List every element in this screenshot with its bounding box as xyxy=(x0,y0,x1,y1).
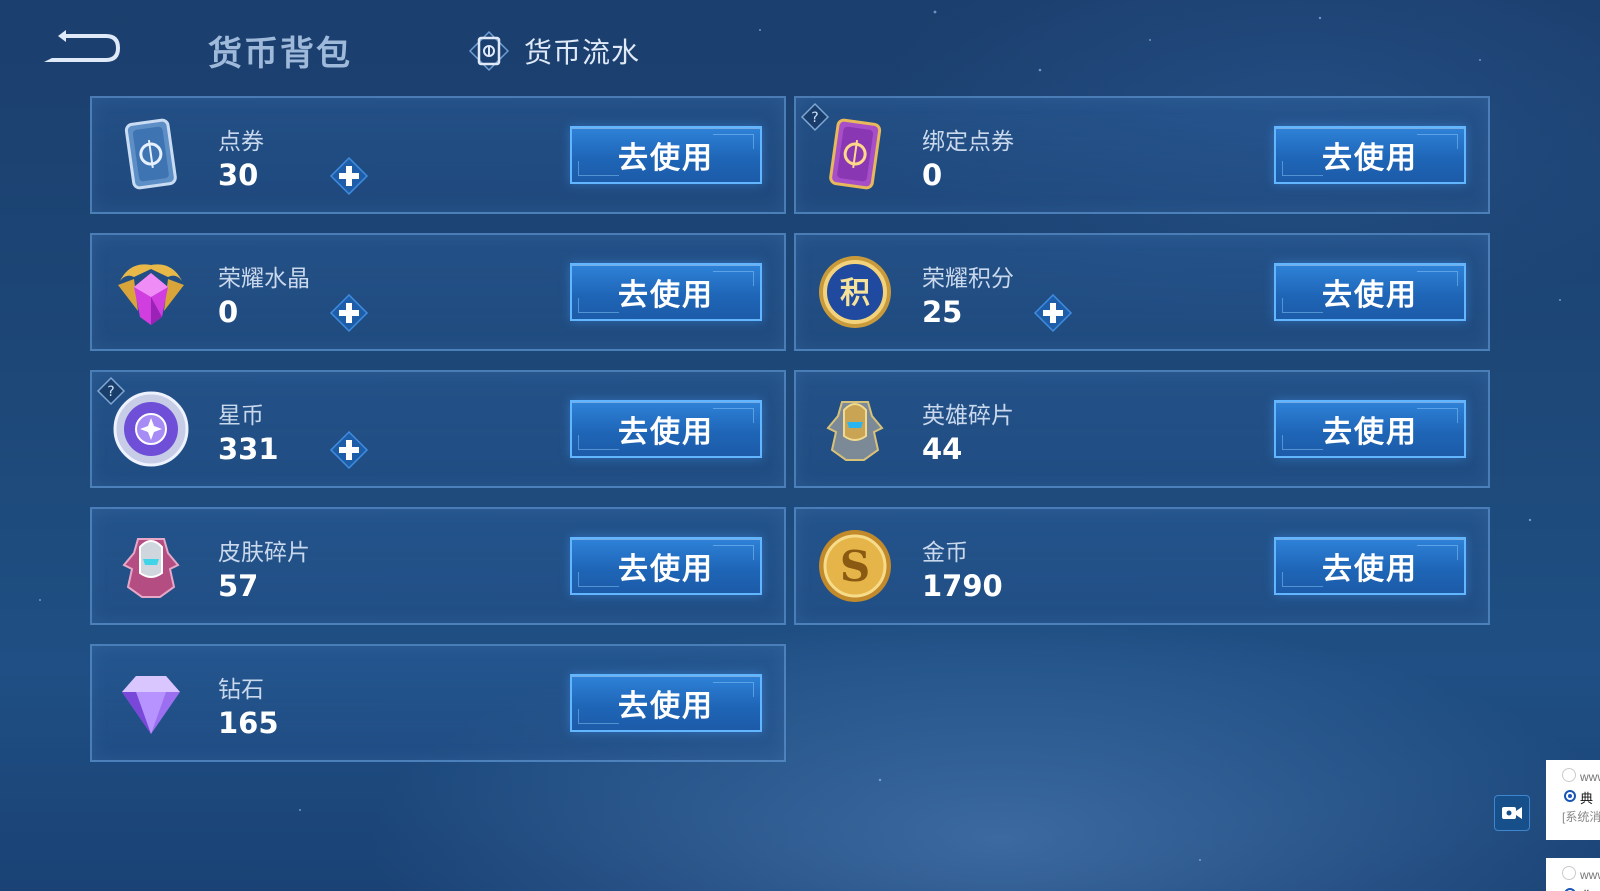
add-currency-button[interactable] xyxy=(329,430,369,470)
plus-icon xyxy=(329,156,369,196)
use-button[interactable]: 去使用 xyxy=(1274,400,1466,458)
notification-dot-icon xyxy=(1564,790,1576,802)
use-button[interactable]: 去使用 xyxy=(570,126,762,184)
svg-text:S: S xyxy=(840,542,870,591)
add-currency-button[interactable] xyxy=(329,293,369,333)
currency-card: ? 星币 331 去使用 xyxy=(90,370,786,488)
notification-text: [系统消 xyxy=(1562,810,1600,824)
currency-name: 点券 xyxy=(218,129,264,155)
svg-text:积: 积 xyxy=(840,276,870,311)
help-icon[interactable]: ? xyxy=(96,376,126,406)
currency-count: 30 xyxy=(218,158,259,192)
currency-name: 金币 xyxy=(922,540,968,566)
notification-source: www xyxy=(1580,868,1600,882)
use-button[interactable]: 去使用 xyxy=(570,400,762,458)
plus-icon xyxy=(329,430,369,470)
use-button[interactable]: 去使用 xyxy=(570,263,762,321)
currency-count: 0 xyxy=(218,295,239,329)
currency-card: 钻石 165 去使用 xyxy=(90,644,786,762)
currency-flow-label: 货币流水 xyxy=(524,36,641,69)
currency-count: 165 xyxy=(218,706,279,740)
use-button[interactable]: 去使用 xyxy=(570,537,762,595)
svg-text:?: ? xyxy=(107,384,114,400)
currency-name: 星币 xyxy=(218,403,264,429)
currency-card: 荣耀水晶 0 去使用 xyxy=(90,233,786,351)
notification-card[interactable]: www 典 [系统消 xyxy=(1546,760,1600,840)
currency-count: 44 xyxy=(922,432,963,466)
skin-fragment-icon xyxy=(110,525,192,607)
video-camera-icon xyxy=(1502,807,1522,819)
blue-voucher-card-icon xyxy=(110,114,192,196)
currency-name: 皮肤碎片 xyxy=(218,540,310,566)
currency-flow-icon xyxy=(468,30,510,72)
page-title: 货币背包 xyxy=(208,34,352,74)
currency-flow-tab[interactable]: 货币流水 xyxy=(468,28,640,74)
back-button[interactable] xyxy=(36,24,126,72)
currency-name: 荣耀水晶 xyxy=(218,266,310,292)
currency-name: 荣耀积分 xyxy=(922,266,1014,292)
notification-title: 典 xyxy=(1580,886,1593,891)
currency-card: ? 绑定点券 0 去使用 xyxy=(794,96,1490,214)
plus-icon xyxy=(1033,293,1073,333)
notification-status-icon xyxy=(1562,768,1576,782)
help-icon[interactable]: ? xyxy=(800,102,830,132)
svg-text:?: ? xyxy=(811,110,818,126)
notification-status-icon xyxy=(1562,866,1576,880)
currency-name: 钻石 xyxy=(218,677,264,703)
currency-count: 57 xyxy=(218,569,259,603)
use-button[interactable]: 去使用 xyxy=(1274,126,1466,184)
notification-card[interactable]: www 典 xyxy=(1546,858,1600,891)
use-button[interactable]: 去使用 xyxy=(570,674,762,732)
diamond-icon xyxy=(110,662,192,744)
notification-source: www xyxy=(1580,770,1600,784)
currency-name: 绑定点券 xyxy=(922,129,1014,155)
currency-count: 0 xyxy=(922,158,943,192)
currency-count: 25 xyxy=(922,295,963,329)
use-button[interactable]: 去使用 xyxy=(1274,537,1466,595)
currency-card: 皮肤碎片 57 去使用 xyxy=(90,507,786,625)
currency-card: 英雄碎片 44 去使用 xyxy=(794,370,1490,488)
add-currency-button[interactable] xyxy=(1033,293,1073,333)
hero-fragment-icon xyxy=(814,388,896,470)
currency-count: 1790 xyxy=(922,569,1003,603)
use-button[interactable]: 去使用 xyxy=(1274,263,1466,321)
gold-coin-icon: S xyxy=(814,525,896,607)
currency-card: 点券 30 去使用 xyxy=(90,96,786,214)
plus-icon xyxy=(329,293,369,333)
currency-name: 英雄碎片 xyxy=(922,403,1014,429)
glory-crystal-icon xyxy=(110,251,192,333)
currency-card: 积 荣耀积分 25 去使用 xyxy=(794,233,1490,351)
add-currency-button[interactable] xyxy=(329,156,369,196)
currency-count: 331 xyxy=(218,432,279,466)
currency-card: S 金币 1790 去使用 xyxy=(794,507,1490,625)
notification-title: 典 xyxy=(1580,791,1594,806)
back-arrow-icon xyxy=(44,30,120,62)
glory-points-coin-icon: 积 xyxy=(814,251,896,333)
screen-record-button[interactable] xyxy=(1494,795,1530,831)
